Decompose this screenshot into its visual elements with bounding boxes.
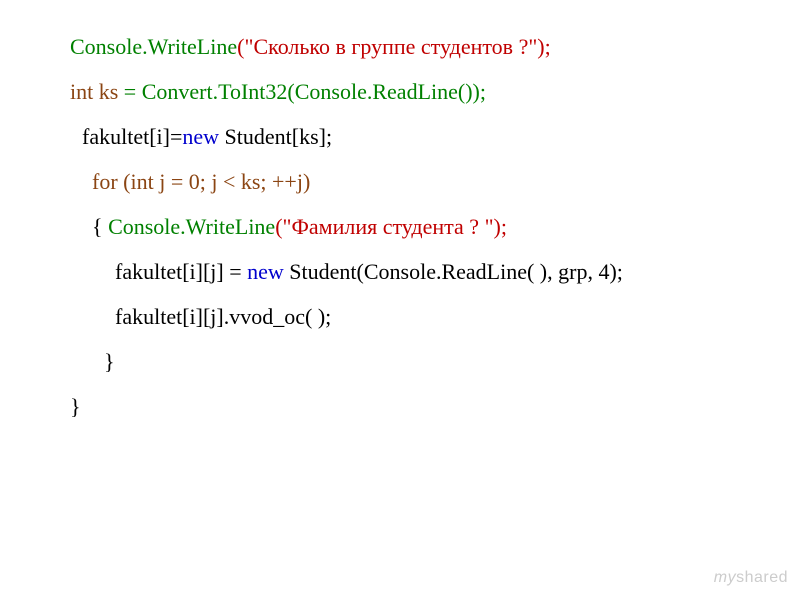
code-token: new xyxy=(182,124,224,149)
code-line-6: fakultet[i][j] = new Student(Console.Rea… xyxy=(70,255,800,288)
code-line-8: } xyxy=(70,345,800,378)
code-line-1: Console.WriteLine("Сколько в группе студ… xyxy=(70,30,800,63)
code-token: ("Сколько в группе студентов ?"); xyxy=(237,34,551,59)
code-token: fakultet[i][j].vvod_oc( ); xyxy=(115,304,331,329)
code-token: Student(Console.ReadLine( ), grp, 4); xyxy=(289,259,623,284)
code-token: } xyxy=(104,349,115,374)
code-token: for (int j = 0; j < ks; ++j) xyxy=(92,169,310,194)
watermark: myshared xyxy=(714,566,788,590)
code-token: fakultet[i]= xyxy=(82,124,182,149)
code-token: Console.WriteLine xyxy=(70,34,237,59)
code-line-9: } xyxy=(70,390,800,423)
code-line-5: { Console.WriteLine("Фамилия студента ? … xyxy=(70,210,800,243)
code-line-3: fakultet[i]=new Student[ks]; xyxy=(70,120,800,153)
code-line-4: for (int j = 0; j < ks; ++j) xyxy=(70,165,800,198)
code-line-2: int ks = Convert.ToInt32(Console.ReadLin… xyxy=(70,75,800,108)
code-line-7: fakultet[i][j].vvod_oc( ); xyxy=(70,300,800,333)
code-token: { xyxy=(92,214,108,239)
code-token: ("Фамилия студента ? "); xyxy=(275,214,507,239)
code-token: = Convert.ToInt32(Console.ReadLine()); xyxy=(124,79,486,104)
code-token: Console.WriteLine xyxy=(108,214,275,239)
code-block: Console.WriteLine("Сколько в группе студ… xyxy=(0,30,800,423)
code-token: int ks xyxy=(70,79,124,104)
code-token: } xyxy=(70,394,81,419)
code-token: Student[ks]; xyxy=(225,124,333,149)
code-token: fakultet[i][j] = xyxy=(115,259,247,284)
code-token: new xyxy=(247,259,289,284)
